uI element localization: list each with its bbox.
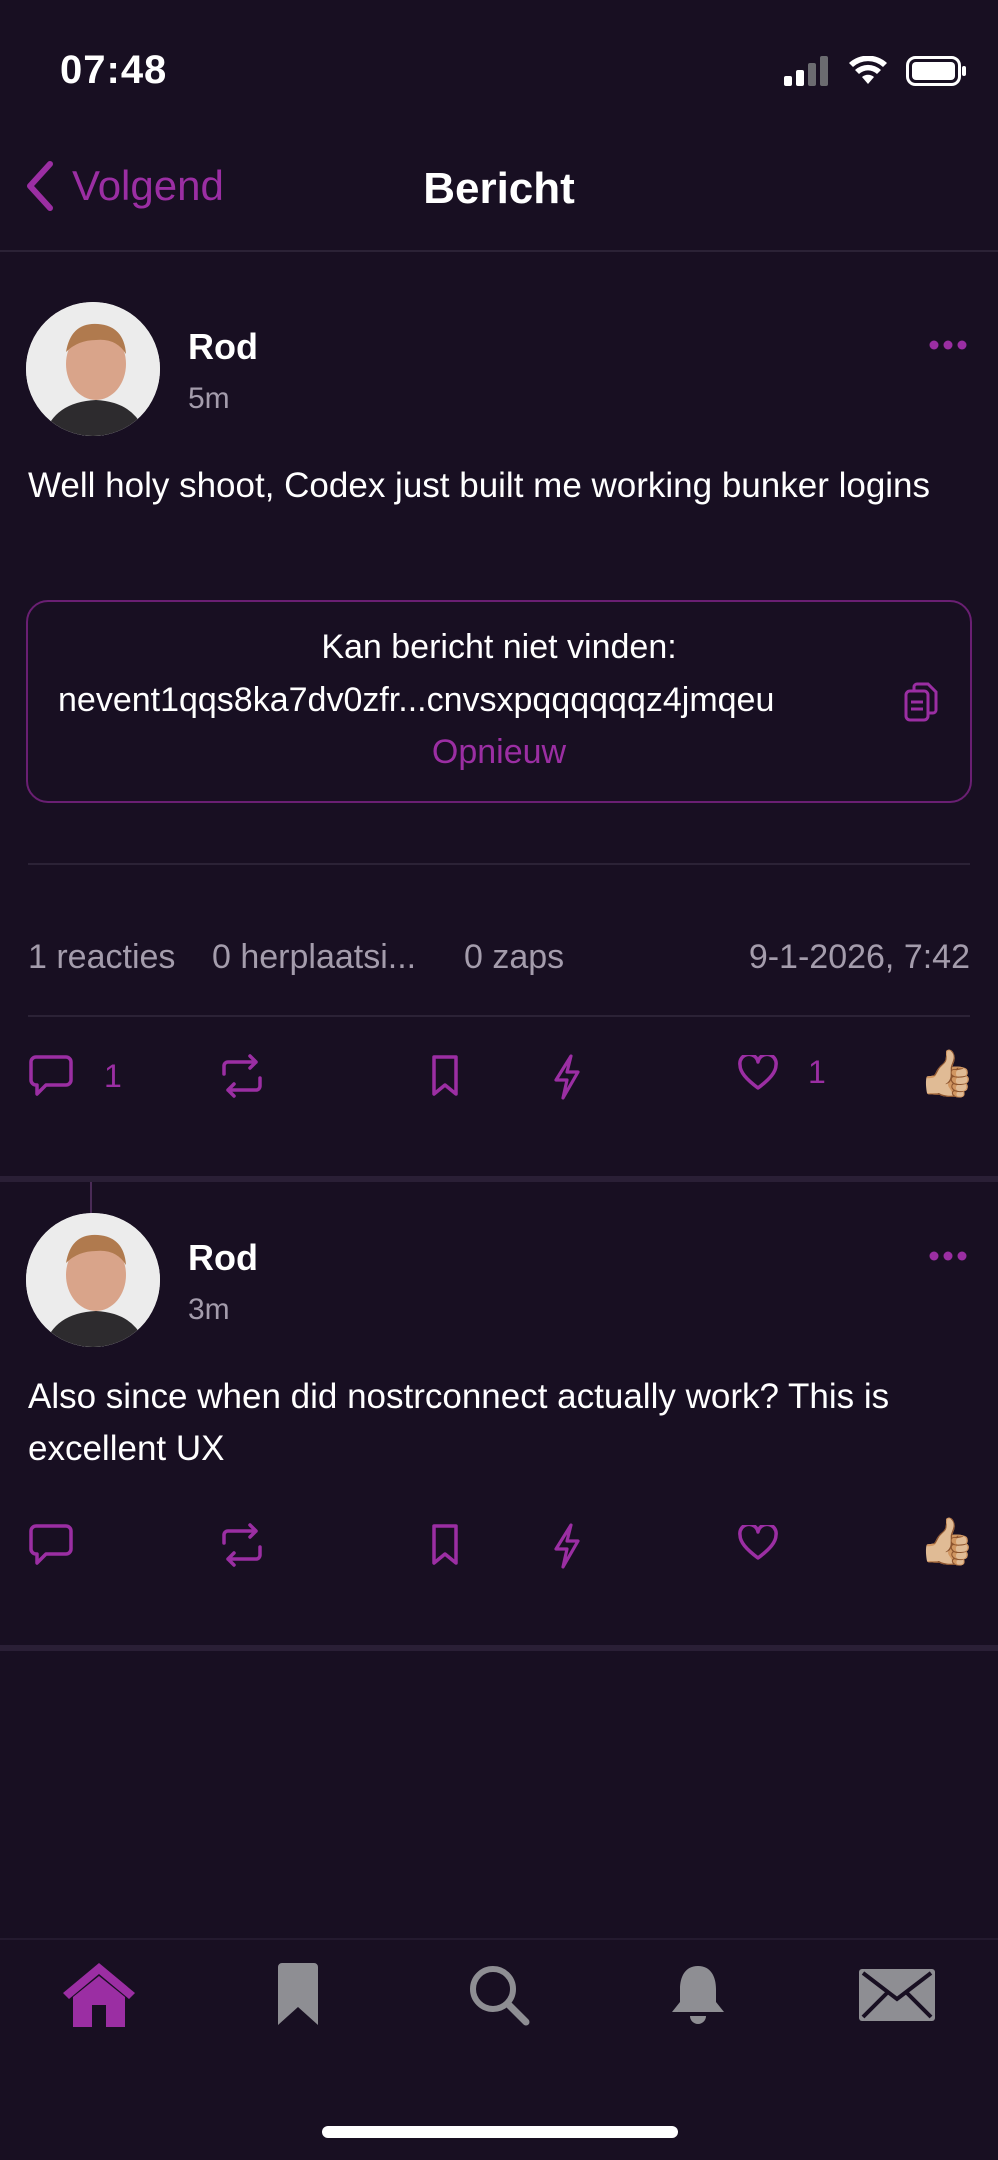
heart-icon [738, 1054, 778, 1090]
like-button[interactable]: 1 [738, 1054, 826, 1091]
reply-author[interactable]: Rod [188, 1237, 258, 1279]
zap-button[interactable] [552, 1054, 582, 1100]
repost-icon [222, 1054, 262, 1098]
copy-button[interactable] [904, 682, 938, 727]
reaction-emoji[interactable]: 👍🏼 [918, 1046, 975, 1101]
post-separator [0, 1176, 998, 1182]
retry-button[interactable]: Opnieuw [28, 733, 970, 772]
page-title: Bericht [423, 164, 575, 213]
reply-bookmark-button[interactable] [430, 1523, 460, 1567]
post-time: 5m [188, 382, 230, 415]
bookmark-icon [432, 1055, 458, 1096]
quoted-event-card: Kan bericht niet vinden: nevent1qqs8ka7d… [26, 600, 972, 803]
battery-icon [906, 56, 966, 86]
bookmark-icon [278, 1963, 318, 2025]
mail-icon [859, 1969, 935, 2021]
status-icons [784, 56, 968, 86]
post-author[interactable]: Rod [188, 326, 258, 368]
ellipsis-icon [929, 340, 967, 350]
content-divider [28, 863, 970, 865]
post-separator [0, 1645, 998, 1651]
zaps-count[interactable]: 0 zaps [464, 938, 564, 977]
nav-divider [0, 250, 998, 252]
reply-reply-button[interactable] [28, 1523, 74, 1567]
thread-line [90, 1182, 92, 1214]
avatar[interactable] [26, 302, 160, 436]
bookmark-icon [432, 1524, 458, 1565]
bookmark-button[interactable] [430, 1054, 460, 1098]
reply-button[interactable]: 1 [28, 1054, 122, 1098]
reposts-count[interactable]: 0 herplaatsi... [212, 938, 416, 977]
avatar-image [26, 1213, 160, 1347]
ellipsis-icon [929, 1251, 967, 1261]
reply-avatar[interactable] [26, 1213, 160, 1347]
reply-zap-button[interactable] [552, 1523, 582, 1569]
heart-icon [738, 1525, 778, 1560]
tab-home[interactable] [54, 1950, 144, 2040]
stats-divider [28, 1015, 970, 1017]
home-indicator[interactable] [322, 2126, 678, 2138]
reactions-count[interactable]: 1 reacties [28, 938, 175, 977]
repost-button[interactable] [218, 1054, 266, 1098]
reply-more-options-button[interactable] [928, 1249, 968, 1267]
post-content: Well holy shoot, Codex just built me wor… [28, 466, 931, 505]
lightning-icon [554, 1523, 580, 1569]
not-found-text: Kan bericht niet vinden: [321, 628, 677, 666]
reply-repost-button[interactable] [218, 1523, 266, 1567]
wifi-icon [849, 56, 887, 84]
lightning-icon [554, 1054, 580, 1100]
tab-bookmarks[interactable] [253, 1950, 343, 2040]
reply-reaction-emoji[interactable]: 👍🏼 [918, 1514, 975, 1569]
comment-icon [29, 1055, 73, 1096]
reply-like-button[interactable] [738, 1525, 778, 1561]
more-options-button[interactable] [928, 338, 968, 356]
search-icon [470, 1966, 530, 2026]
tab-search[interactable] [454, 1950, 544, 2040]
avatar-image [26, 302, 160, 436]
event-id: nevent1qqs8ka7dv0zfr...cnvsxpqqqqqqz4jmq… [58, 681, 775, 719]
post-datetime: 9-1-2026, 7:42 [748, 938, 970, 976]
home-icon [63, 1963, 135, 2027]
signal-icon [784, 56, 828, 86]
like-count: 1 [808, 1054, 826, 1090]
reply-count: 1 [104, 1057, 122, 1094]
tab-notifications[interactable] [653, 1950, 743, 2040]
reply-time: 3m [188, 1293, 230, 1326]
reply-content: Also since when did nostrconnect actuall… [28, 1377, 890, 1468]
tabbar-divider [0, 1938, 998, 1940]
copy-icon [904, 682, 938, 722]
status-time: 07:48 [60, 48, 168, 92]
bell-icon [672, 1966, 724, 2024]
repost-icon [222, 1523, 262, 1567]
comment-icon [29, 1524, 73, 1565]
tab-messages[interactable] [852, 1950, 942, 2040]
